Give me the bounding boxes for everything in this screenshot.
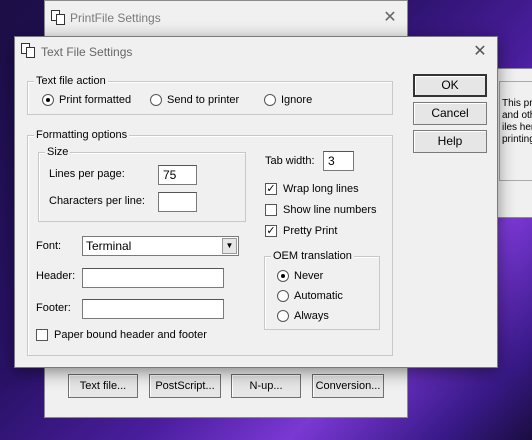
radio-send-to-printer[interactable]: Send to printer xyxy=(150,94,239,106)
chars-per-line-input[interactable] xyxy=(158,192,197,212)
paper-bound-checkbox[interactable]: Paper bound header and footer xyxy=(36,329,207,341)
text-file-action-group: Text file action Print formatted Send to… xyxy=(27,74,393,115)
text-file-button[interactable]: Text file... xyxy=(68,374,138,398)
checkbox-icon[interactable] xyxy=(36,329,48,341)
tab-width-input[interactable]: 3 xyxy=(323,151,354,171)
radio-label: Automatic xyxy=(294,290,343,302)
radio-label: Never xyxy=(294,270,324,282)
close-icon[interactable]: ✕ xyxy=(379,7,401,29)
postscript-button[interactable]: PostScript... xyxy=(149,374,221,398)
checkbox-icon[interactable] xyxy=(265,204,277,216)
oem-translation-group: OEM translation Never Automatic Always xyxy=(264,249,380,330)
checkmark-icon[interactable]: ✓ xyxy=(265,225,277,237)
radio-ignore[interactable]: Ignore xyxy=(264,94,312,106)
radio-icon[interactable] xyxy=(277,310,289,322)
font-select-value: Terminal xyxy=(86,239,132,253)
formatting-options-group: Formatting options Size Lines per page: … xyxy=(27,128,393,356)
conversion-button[interactable]: Conversion... xyxy=(312,374,384,398)
checkbox-label: Pretty Print xyxy=(283,225,338,237)
radio-oem-automatic[interactable]: Automatic xyxy=(277,290,343,302)
pretty-print-checkbox[interactable]: ✓ Pretty Print xyxy=(265,225,337,237)
formatting-options-legend: Formatting options xyxy=(34,128,130,142)
checkbox-label: Show line numbers xyxy=(283,204,377,216)
footer-label: Footer: xyxy=(36,302,71,314)
ok-button[interactable]: OK xyxy=(413,74,487,97)
radio-oem-never[interactable]: Never xyxy=(277,270,323,282)
font-label: Font: xyxy=(36,240,62,252)
font-select[interactable]: Terminal ▼ xyxy=(82,236,239,256)
printfile-app-icon xyxy=(51,10,67,26)
radio-icon[interactable] xyxy=(277,290,289,302)
size-group: Size Lines per page: 75 Characters per l… xyxy=(38,145,246,222)
printfile-window-title: PrintFile Settings xyxy=(70,11,161,25)
printfile-titlebar[interactable]: PrintFile Settings ✕ xyxy=(45,1,407,35)
radio-selected-icon[interactable] xyxy=(277,270,289,282)
checkbox-label: Paper bound header and footer xyxy=(54,329,207,341)
n-up-button[interactable]: N-up... xyxy=(231,374,301,398)
dialog-app-icon xyxy=(21,43,37,59)
text-file-settings-dialog: Text File Settings ✕ Text file action Pr… xyxy=(14,36,498,368)
wrap-long-lines-checkbox[interactable]: ✓ Wrap long lines xyxy=(265,183,359,195)
radio-selected-icon[interactable] xyxy=(42,94,54,106)
dialog-title: Text File Settings xyxy=(41,45,133,59)
cancel-button[interactable]: Cancel xyxy=(413,102,487,125)
radio-print-formatted[interactable]: Print formatted xyxy=(42,94,131,106)
chars-per-line-label: Characters per line: xyxy=(49,195,145,207)
help-button[interactable]: Help xyxy=(413,130,487,153)
show-line-numbers-checkbox[interactable]: Show line numbers xyxy=(265,204,377,216)
close-icon[interactable]: ✕ xyxy=(469,41,491,63)
right-background-window: This pro and othe iles here printing. xyxy=(494,68,532,218)
radio-label: Ignore xyxy=(281,94,313,106)
radio-icon[interactable] xyxy=(264,94,276,106)
header-label: Header: xyxy=(36,270,76,282)
radio-oem-always[interactable]: Always xyxy=(277,310,329,322)
right-window-text-panel: This pro and othe iles here printing. xyxy=(499,81,532,181)
footer-input[interactable] xyxy=(82,299,224,319)
header-input[interactable] xyxy=(82,268,224,288)
right-window-text: This pro and othe iles here printing. xyxy=(502,98,532,145)
checkbox-label: Wrap long lines xyxy=(283,183,359,195)
checkmark-icon[interactable]: ✓ xyxy=(265,183,277,195)
size-legend: Size xyxy=(45,145,71,159)
radio-label: Print formatted xyxy=(59,94,132,106)
radio-label: Always xyxy=(294,310,329,322)
lines-per-page-input[interactable]: 75 xyxy=(158,165,197,185)
radio-icon[interactable] xyxy=(150,94,162,106)
tab-width-label: Tab width: xyxy=(265,155,315,167)
lines-per-page-label: Lines per page: xyxy=(49,168,125,180)
text-file-action-legend: Text file action xyxy=(34,74,108,88)
oem-translation-legend: OEM translation xyxy=(271,249,354,263)
radio-label: Send to printer xyxy=(167,94,240,106)
chevron-down-icon[interactable]: ▼ xyxy=(222,238,237,254)
